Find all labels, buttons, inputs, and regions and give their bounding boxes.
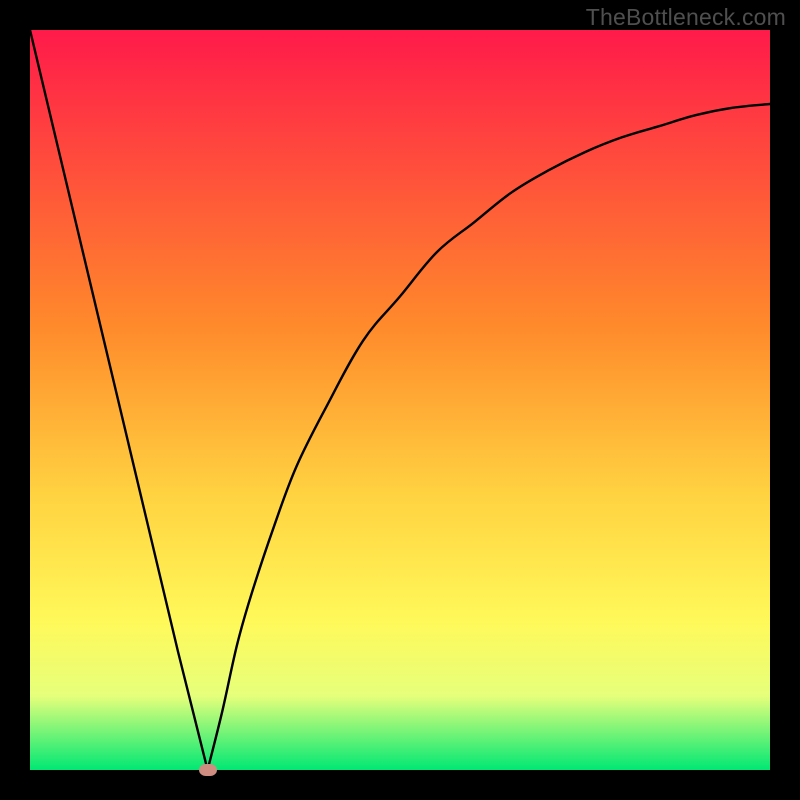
chart-plot <box>30 30 770 770</box>
chart-frame: TheBottleneck.com <box>0 0 800 800</box>
plot-background <box>30 30 770 770</box>
watermark-text: TheBottleneck.com <box>586 4 786 31</box>
vertex-marker <box>199 764 217 776</box>
